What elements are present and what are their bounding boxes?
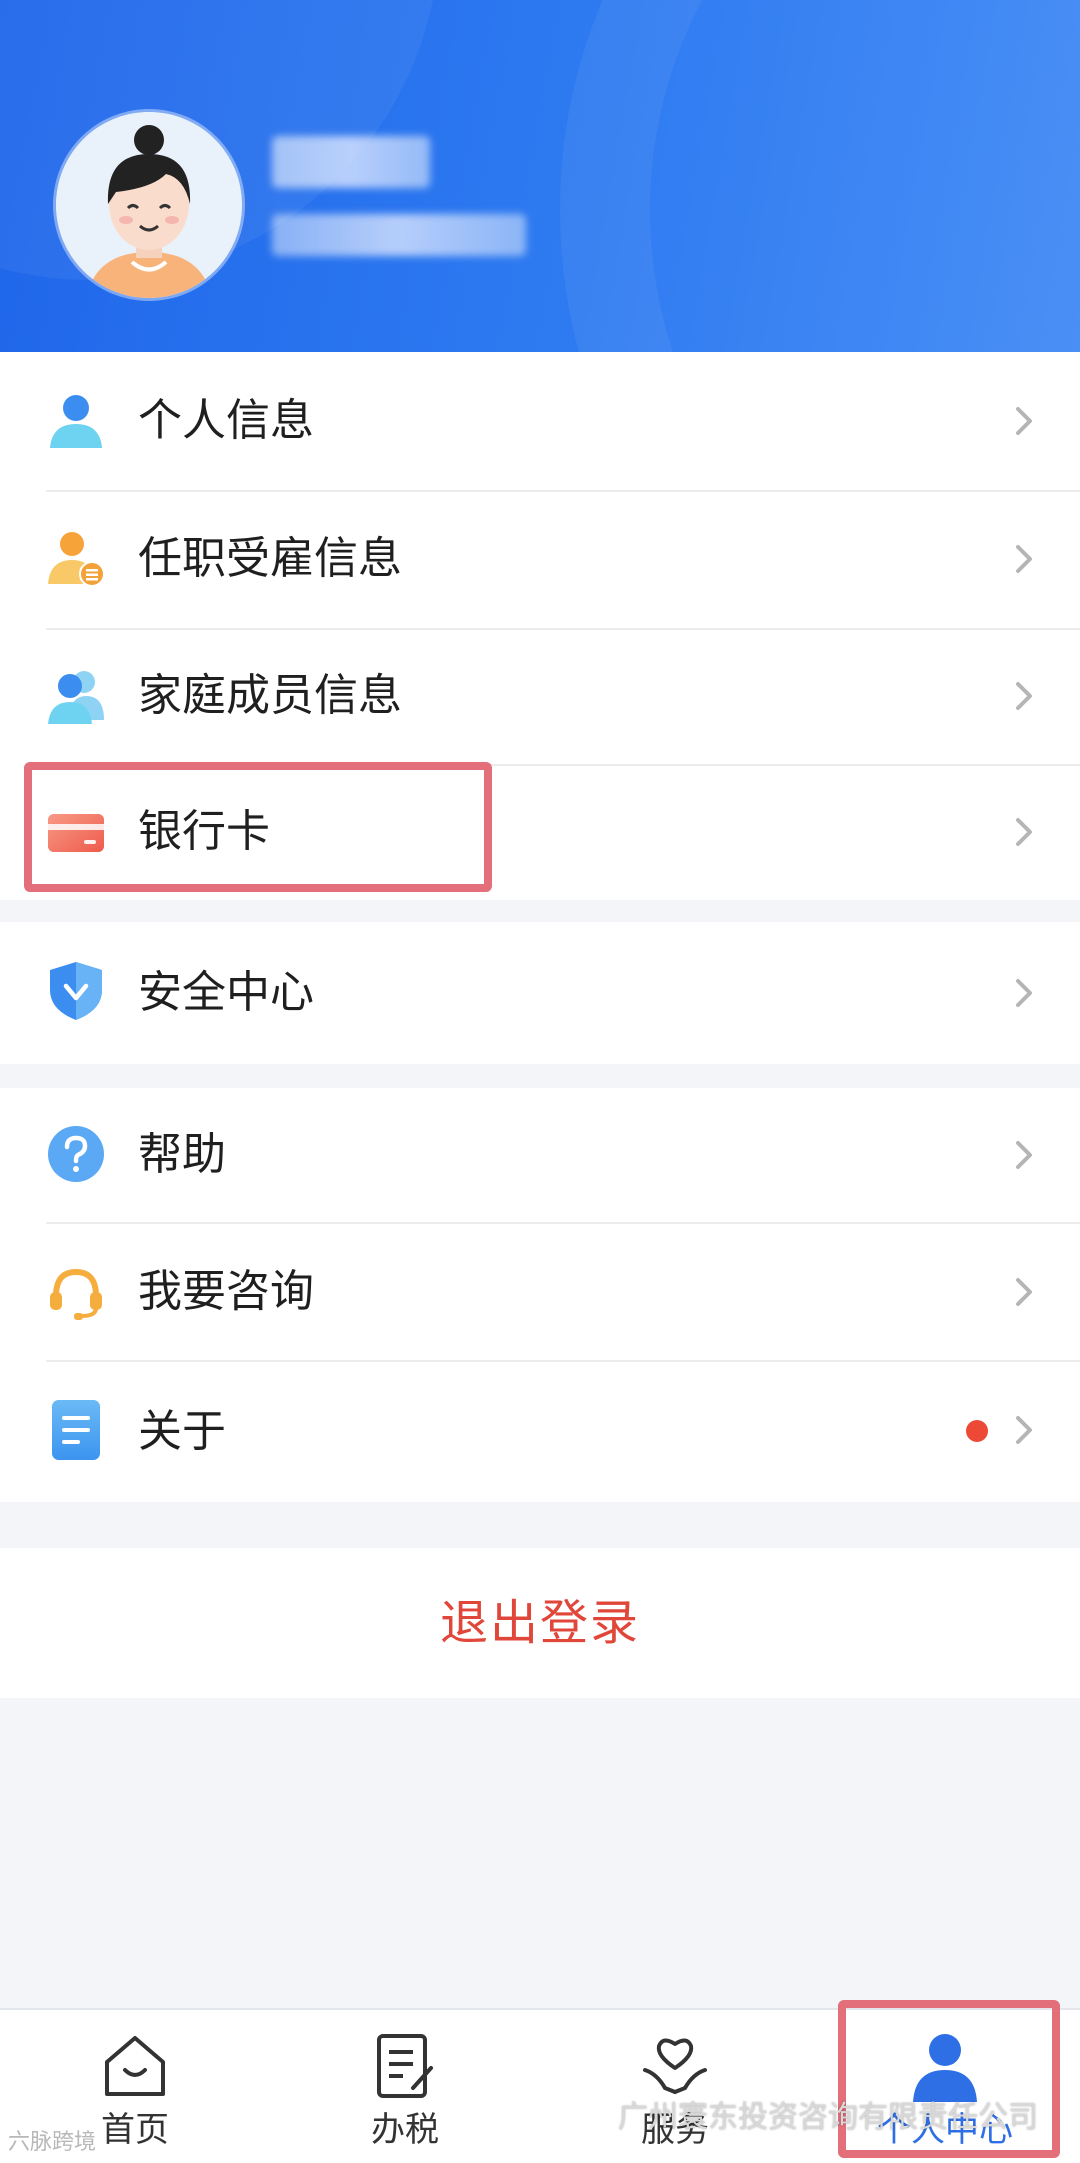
username-blurred <box>272 136 430 188</box>
tax-form-icon <box>369 2030 441 2102</box>
menu-item-label: 我要咨询 <box>138 1266 314 1317</box>
headset-icon <box>46 1262 106 1322</box>
woman-avatar-icon <box>56 112 242 298</box>
profile-header <box>0 0 1080 352</box>
chevron-right-icon <box>1012 1276 1036 1308</box>
logout-label: 退出登录 <box>439 1595 640 1651</box>
logout-button[interactable]: 退出登录 <box>0 1548 1080 1698</box>
employment-icon <box>46 528 106 588</box>
menu-item-consult[interactable]: 我要咨询 <box>0 1224 1080 1360</box>
family-icon <box>46 666 106 726</box>
watermark-left: 六脉跨境 <box>8 2130 97 2155</box>
home-icon <box>99 2030 171 2102</box>
question-icon <box>46 1124 106 1184</box>
avatar[interactable] <box>56 112 242 298</box>
chevron-right-icon <box>1012 680 1036 712</box>
menu-item-employment-info[interactable]: 任职受雇信息 <box>0 492 1080 628</box>
shield-icon <box>46 960 106 1020</box>
watermark-right: 广州寰东投资咨询有限责任公司 <box>618 2100 1038 2135</box>
chevron-right-icon <box>1012 1414 1036 1446</box>
menu-item-personal-info[interactable]: 个人信息 <box>0 352 1080 490</box>
tab-label: 办税 <box>371 2110 439 2150</box>
highlight-bank-card <box>24 762 492 892</box>
menu-item-label: 安全中心 <box>138 967 314 1018</box>
user-id-blurred <box>272 214 526 256</box>
menu-item-label: 任职受雇信息 <box>138 533 402 584</box>
chevron-right-icon <box>1012 405 1036 437</box>
chevron-right-icon <box>1012 816 1036 848</box>
menu-group-help: 帮助 我要咨询 关于 <box>0 1088 1080 1502</box>
chevron-right-icon <box>1012 1139 1036 1171</box>
chevron-right-icon <box>1012 543 1036 575</box>
menu-item-security-center[interactable]: 安全中心 <box>0 922 1080 1064</box>
chevron-right-icon <box>1012 977 1036 1009</box>
header-decoration-arc <box>560 0 1080 352</box>
tab-tax[interactable]: 办税 <box>270 2010 540 2163</box>
menu-item-label: 关于 <box>138 1406 226 1457</box>
tab-service[interactable]: 服务 <box>540 2010 810 2163</box>
document-icon <box>46 1400 106 1460</box>
menu-item-label: 家庭成员信息 <box>138 670 402 721</box>
menu-item-family-info[interactable]: 家庭成员信息 <box>0 630 1080 764</box>
menu-item-label: 帮助 <box>138 1129 226 1180</box>
menu-item-label: 个人信息 <box>138 395 314 446</box>
menu-group-security: 安全中心 <box>0 922 1080 1064</box>
menu-item-help[interactable]: 帮助 <box>0 1088 1080 1222</box>
notification-dot <box>966 1420 988 1442</box>
menu-item-about[interactable]: 关于 <box>0 1362 1080 1502</box>
person-icon <box>46 390 106 450</box>
